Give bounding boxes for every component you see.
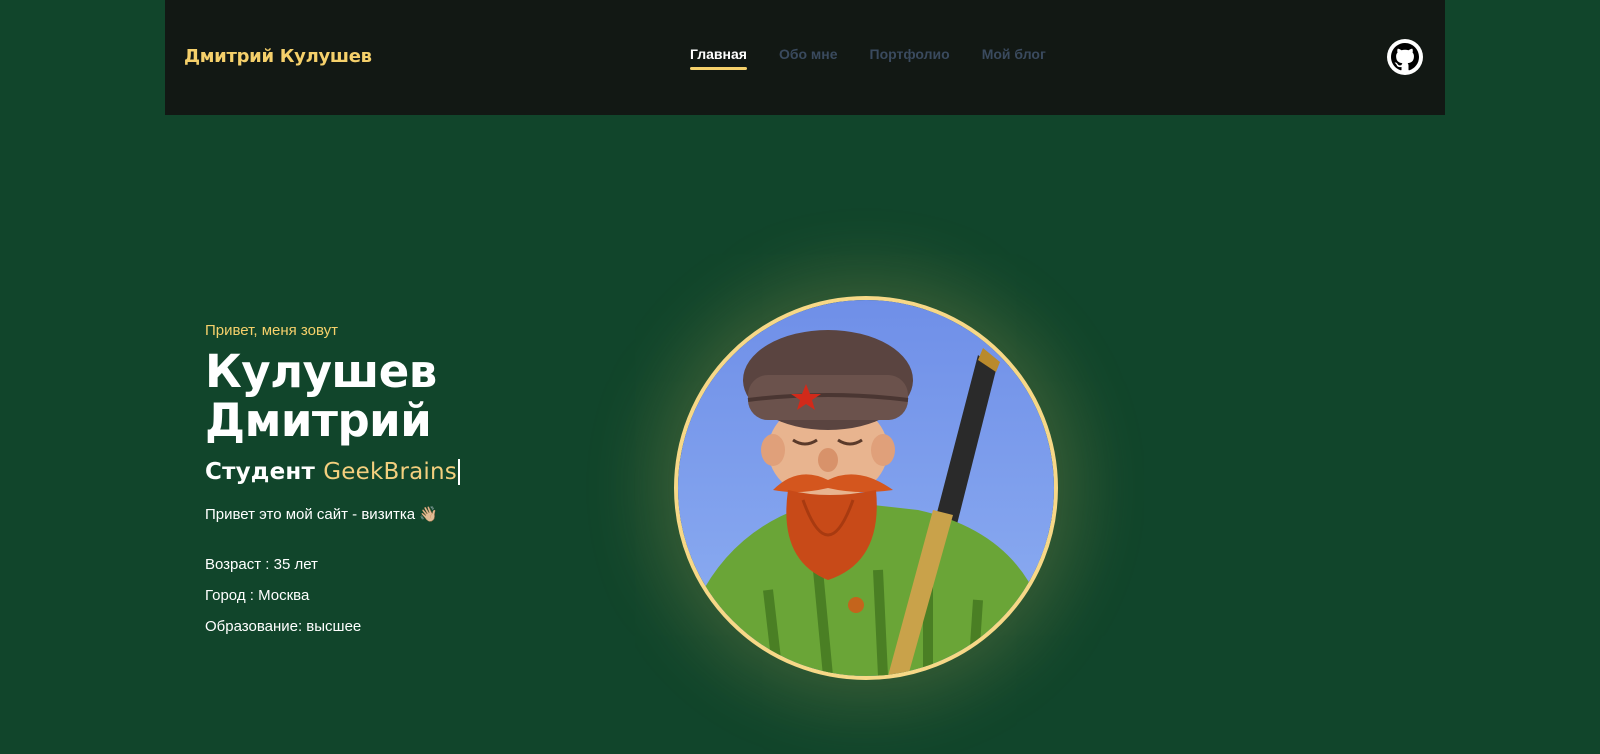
greeting-text: Привет, меня зовут (205, 322, 338, 339)
fact-age: Возраст : 35 лет (205, 556, 318, 573)
main-nav: Главная Обо мне Портфолио Мой блог (690, 46, 1046, 70)
site-header: Дмитрий Кулушев Главная Обо мне Портфоли… (165, 0, 1445, 115)
facts-list: Возраст : 35 лет Город : Москва Образова… (205, 556, 625, 635)
github-logo (1391, 43, 1419, 71)
avatar-glow (674, 296, 1058, 680)
role-line: Студент GeekBrains (205, 459, 625, 485)
name-line-2: Дмитрий (205, 394, 432, 447)
avatar (674, 296, 1058, 680)
nav-item-about[interactable]: Обо мне (779, 46, 838, 70)
brand-name[interactable]: Дмитрий Кулушев (184, 46, 372, 67)
hero-name: Кулушев Дмитрий (205, 347, 625, 445)
github-icon[interactable] (1387, 39, 1423, 75)
hero-intro: Привет, меня зовут Кулушев Дмитрий Студе… (205, 322, 625, 649)
fact-education: Образование: высшее (205, 618, 362, 635)
intro-text: Привет это мой сайт - визитка 👋🏼 (205, 505, 625, 523)
nav-item-home[interactable]: Главная (690, 46, 747, 70)
role-accent: GeekBrains (323, 459, 460, 485)
wave-icon: 👋🏼 (419, 506, 438, 523)
avatar-illustration (678, 300, 1054, 676)
fact-city: Город : Москва (205, 587, 310, 604)
role-prefix: Студент (205, 459, 315, 485)
nav-item-portfolio[interactable]: Портфолио (870, 46, 950, 70)
name-line-1: Кулушев (205, 345, 437, 398)
nav-item-blog[interactable]: Мой блог (982, 46, 1046, 70)
intro-line: Привет это мой сайт - визитка (205, 506, 416, 523)
